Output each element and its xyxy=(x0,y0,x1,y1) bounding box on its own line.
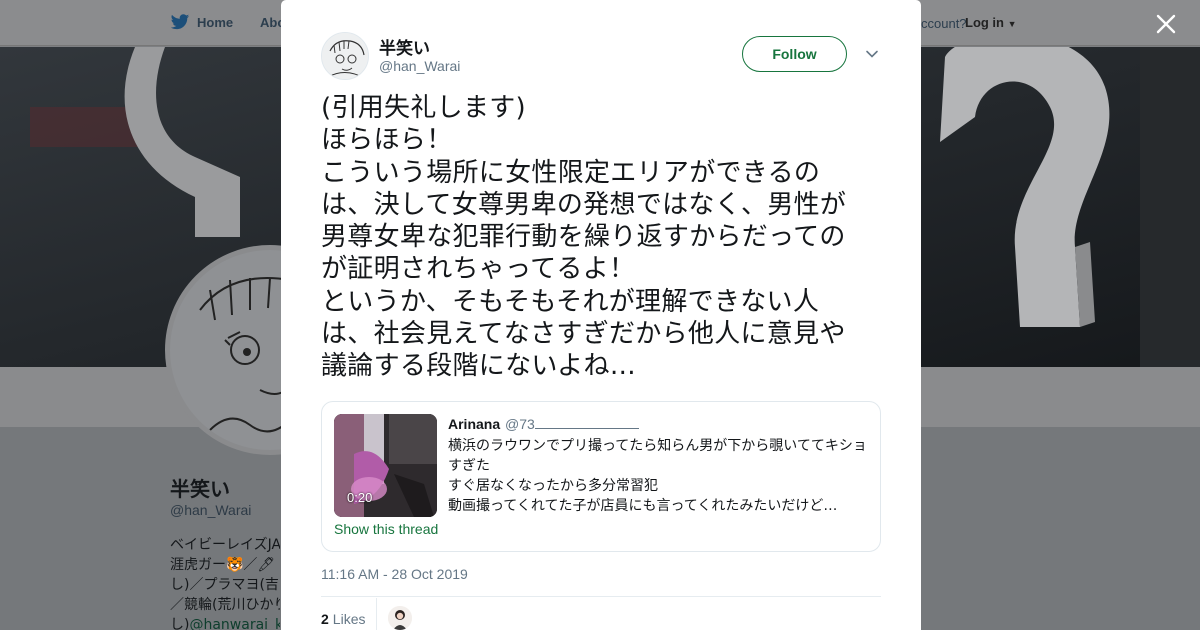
quoted-handle-text: @73 xyxy=(505,416,535,432)
quoted-author-name: Arinana xyxy=(448,416,501,432)
quoted-tweet-text: 横浜のラウワンでプリ撮ってたら知らん男が下から覗いててキショ すぎた すぐ居なく… xyxy=(448,436,873,516)
quoted-text-line: 横浜のラウワンでプリ撮ってたら知らん男が下から覗いててキショ xyxy=(448,438,867,454)
profile-name: 半笑い xyxy=(170,477,230,501)
handle-underscores xyxy=(534,417,639,429)
author-handle[interactable]: @han_Warai xyxy=(379,58,460,74)
tweet-timestamp[interactable]: 11:16 AM - 28 Oct 2019 xyxy=(321,566,468,582)
liker-avatar-image xyxy=(388,606,412,630)
profile-handle: @han_Warai xyxy=(170,502,252,518)
quoted-video-thumbnail[interactable]: 0:20 xyxy=(334,414,437,517)
twitter-bird-icon[interactable] xyxy=(170,14,190,31)
profile-bio-line: し)／プラマヨ(吉 xyxy=(170,577,279,593)
tweet-text-line: が証明されちゃってるよ！ xyxy=(321,254,636,285)
chevron-down-icon: ▼ xyxy=(1007,19,1017,29)
tweet-text-line: というか、そもそもそれが理解できない人 xyxy=(321,286,820,317)
tweet-text-line: 議論する段階にないよね… xyxy=(321,351,637,382)
show-thread-link[interactable]: Show this thread xyxy=(334,521,438,537)
author-avatar[interactable] xyxy=(321,32,369,80)
close-icon[interactable] xyxy=(1153,11,1179,37)
likes-stat[interactable]: 2 Likes xyxy=(321,611,365,627)
likes-count: 2 xyxy=(321,611,329,627)
tweet-text-line: は、社会見えてなさすぎだから他人に意見や xyxy=(321,319,846,350)
chevron-down-icon[interactable] xyxy=(865,47,879,61)
tweet-text-line: (引用失礼します) xyxy=(321,93,526,123)
tweet-text: (引用失礼します) ほらほら！ こういう場所に女性限定エリアができるの は、決し… xyxy=(321,92,891,383)
profile-bio-line: し)@hanwarai_ke xyxy=(170,614,280,630)
video-duration: 0:20 xyxy=(347,490,373,505)
bio-link[interactable]: @hanwarai_ke xyxy=(189,617,280,630)
divider xyxy=(321,596,881,597)
follow-button[interactable]: Follow xyxy=(742,36,847,72)
tweet-text-line: は、決して女尊男卑の発想ではなく、男性が xyxy=(321,189,847,220)
have-account-text: ccount? xyxy=(921,16,967,31)
quoted-text-line: 動画撮ってくれてた子が店員にも言ってくれたみたいだけど… xyxy=(448,498,838,514)
likes-label: Likes xyxy=(332,611,366,627)
profile-bio-line: 涯虎ガー🐯／🖊 xyxy=(170,557,276,573)
tweet-text-line: 男尊女卑な犯罪行動を繰り返すからだっての xyxy=(321,222,846,253)
quoted-author-handle: @73 xyxy=(505,416,639,432)
stats-divider xyxy=(376,598,377,630)
author-name[interactable]: 半笑い xyxy=(379,34,430,59)
tweet-text-line: ほらほら！ xyxy=(321,125,453,156)
nav-home-link[interactable]: Home xyxy=(197,15,233,30)
liker-avatar[interactable] xyxy=(388,606,412,630)
profile-bio-line: ベイビーレイズJA xyxy=(170,537,280,553)
quoted-text-line: すぎた xyxy=(448,458,490,474)
quoted-text-line: すぐ居なくなったから多分常習犯 xyxy=(448,478,658,494)
author-avatar-image xyxy=(322,33,368,79)
login-button[interactable]: Log in ▼ xyxy=(965,15,1017,30)
login-label: Log in xyxy=(965,15,1004,30)
quoted-tweet-card[interactable]: 0:20 Arinana @73 横浜のラウワンでプリ撮ってたら知らん男が下から… xyxy=(321,401,881,552)
tweet-modal: 半笑い @han_Warai Follow (引用失礼します) ほらほら！ こう… xyxy=(281,0,921,630)
profile-bio-line: ／競輪(荒川ひかり xyxy=(170,597,280,613)
bio-text: し) xyxy=(170,617,190,630)
tweet-text-line: こういう場所に女性限定エリアができるの xyxy=(321,157,821,188)
